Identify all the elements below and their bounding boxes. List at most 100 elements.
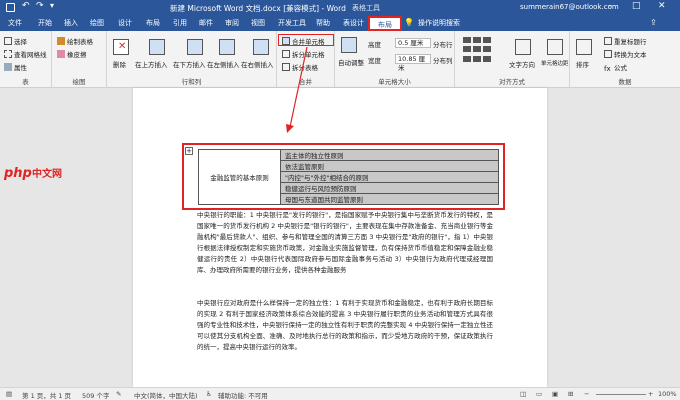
zoom-slider[interactable] — [596, 394, 646, 395]
insert-below-icon — [187, 39, 203, 55]
properties-button[interactable]: 属性 — [4, 62, 27, 72]
lightbulb-icon: 💡 — [404, 18, 414, 27]
redo-icon[interactable]: ↷ — [36, 1, 44, 11]
tab-view[interactable]: 视图 — [251, 18, 265, 28]
insert-right-button[interactable]: 在右侧插入 — [241, 59, 274, 69]
repeat-header-button[interactable]: 重复标题行 — [604, 36, 647, 46]
insert-right-icon — [253, 39, 269, 55]
web-layout-icon[interactable]: ⊞ — [568, 390, 573, 398]
minimize-icon[interactable]: – — [608, 1, 613, 11]
autofit-button[interactable]: 自动调整 — [338, 57, 364, 67]
cell-margins-icon — [547, 39, 563, 55]
insert-left-icon — [219, 39, 235, 55]
word-count[interactable]: 509 个字 — [82, 390, 109, 400]
close-icon[interactable]: ✕ — [658, 1, 666, 11]
view-gridlines-button[interactable]: 查看网格线 — [4, 49, 47, 59]
share-icon[interactable]: ⇪ — [650, 18, 657, 27]
text-direction-icon — [515, 39, 531, 55]
tab-review[interactable]: 审阅 — [225, 18, 239, 28]
select-icon — [4, 37, 12, 45]
body-paragraph-1[interactable]: 中央银行的职能：1 中央银行是"发行的银行"，是指国家赋予中央银行集中与垄断货币… — [197, 210, 493, 276]
insert-below-button[interactable]: 在下方插入 — [173, 59, 206, 69]
distribute-rows-button[interactable]: 分布行 — [433, 39, 453, 49]
cell-margins-button[interactable]: 单元格边距 — [541, 59, 569, 67]
tab-developer[interactable]: 开发工具 — [278, 18, 306, 28]
distribute-cols-button[interactable]: 分布列 — [433, 55, 453, 65]
repeat-header-icon — [604, 37, 612, 45]
svg-text:php: php — [3, 166, 32, 181]
split-table-button[interactable]: 拆分表格 — [282, 62, 318, 72]
language-status[interactable]: 中文(简体，中国大陆) — [134, 390, 198, 400]
split-cells-button[interactable]: 拆分单元格 — [282, 49, 325, 59]
cell-size-group: 自动调整 高度 0.5 厘米 宽度 10.85 厘米 分布行 分布列 单元格大小 — [335, 31, 455, 88]
tab-draw[interactable]: 绘图 — [90, 18, 104, 28]
autofit-icon — [341, 37, 357, 53]
title-bar: ↶ ↷ ▾ 新建 Microsoft Word 文档.docx [兼容模式] -… — [0, 0, 680, 16]
account-name[interactable]: summerain67@outlook.com — [520, 3, 619, 11]
page-count[interactable]: 第 1 页，共 1 页 — [22, 390, 71, 400]
eraser-button[interactable]: 橡皮擦 — [57, 49, 87, 59]
convert-text-icon — [604, 50, 612, 58]
tab-design[interactable]: 设计 — [118, 18, 132, 28]
accessibility-status[interactable]: 辅助功能: 不可用 — [218, 390, 268, 400]
insert-above-icon — [149, 39, 165, 55]
zoom-out-icon[interactable]: − — [584, 390, 589, 398]
rows-group-label: 行和列 — [181, 78, 202, 86]
tab-insert[interactable]: 插入 — [64, 18, 78, 28]
document-stats-icon[interactable]: ▤ — [6, 390, 12, 398]
pencil-icon — [57, 37, 65, 45]
tab-table-layout[interactable]: 布局 — [368, 16, 402, 31]
tab-mailings[interactable]: 邮件 — [199, 18, 213, 28]
body-paragraph-2[interactable]: 中央银行应对政府是什么样保持一定的独立性：1 有利于实现货币和金融稳定，也有利于… — [197, 298, 493, 353]
sort-button[interactable]: 排序 — [576, 59, 589, 69]
table-group-label: 表 — [22, 78, 29, 86]
split-table-icon — [282, 63, 290, 71]
tell-me-search[interactable]: 操作说明搜索 — [418, 18, 460, 28]
merge-group-label: 合并 — [299, 78, 312, 86]
accessibility-icon: ♿ — [206, 390, 212, 398]
save-icon[interactable] — [6, 3, 15, 12]
print-layout-icon[interactable]: ▣ — [552, 390, 558, 398]
sort-icon — [576, 39, 592, 55]
cell-size-group-label: 单元格大小 — [378, 78, 411, 86]
select-button[interactable]: 选择 — [4, 36, 27, 46]
tab-help[interactable]: 帮助 — [316, 18, 330, 28]
draw-table-button[interactable]: 绘制表格 — [57, 36, 93, 46]
width-field[interactable]: 10.85 厘米 — [395, 54, 431, 72]
read-mode-icon[interactable]: ▭ — [536, 390, 542, 398]
alignment-group: 文字方向 单元格边距 对齐方式 — [455, 31, 570, 88]
formula-button[interactable]: fx 公式 — [604, 62, 627, 73]
maximize-icon[interactable]: □ — [632, 1, 641, 11]
proofing-icon[interactable]: ✎ — [116, 390, 121, 398]
alignment-grid[interactable] — [463, 37, 493, 63]
tab-references[interactable]: 引用 — [173, 18, 187, 28]
window-title: 新建 Microsoft Word 文档.docx [兼容模式] - Word — [170, 4, 346, 13]
formula-icon: fx — [604, 65, 611, 73]
customize-quick-access-icon[interactable]: ▾ — [50, 1, 54, 10]
tab-table-design[interactable]: 表设计 — [343, 18, 364, 28]
text-direction-button[interactable]: 文字方向 — [509, 59, 535, 69]
table-tools-context-title: 表格工具 — [352, 4, 380, 12]
convert-to-text-button[interactable]: 转换为文本 — [604, 49, 647, 59]
ribbon: 选择 查看网格线 属性 表 绘制表格 橡皮擦 绘图 ✕ 删除 在上方插入 在下方… — [0, 31, 680, 88]
document-page[interactable]: + 金融监管的基本原则 监主体的独立性原则 依法监管原则 "内控"与"外控"相结… — [133, 88, 547, 387]
height-label: 高度 — [368, 41, 381, 49]
tab-file[interactable]: 文件 — [8, 18, 22, 28]
zoom-in-icon[interactable]: + — [648, 390, 653, 398]
eraser-icon — [57, 50, 65, 58]
draw-group-label: 绘图 — [72, 78, 86, 86]
height-field[interactable]: 0.5 厘米 — [395, 38, 431, 48]
merge-cells-highlight — [278, 34, 334, 46]
focus-icon[interactable]: ◫ — [520, 390, 526, 398]
zoom-level[interactable]: 100% — [658, 390, 677, 398]
undo-icon[interactable]: ↶ — [22, 1, 30, 11]
tab-home[interactable]: 开始 — [38, 18, 52, 28]
data-group-label: 数据 — [618, 78, 632, 86]
insert-left-button[interactable]: 在左侧插入 — [207, 59, 240, 69]
delete-button[interactable]: 删除 — [113, 59, 126, 69]
tab-layout-page[interactable]: 布局 — [146, 18, 160, 28]
ribbon-tabs: 文件 开始 插入 绘图 设计 布局 引用 邮件 审阅 视图 开发工具 帮助 表设… — [0, 16, 680, 31]
status-bar: ▤ 第 1 页，共 1 页 509 个字 ✎ 中文(简体，中国大陆) ♿ 辅助功… — [0, 387, 680, 400]
insert-above-button[interactable]: 在上方插入 — [135, 59, 168, 69]
draw-group: 绘制表格 橡皮擦 绘图 — [52, 31, 107, 88]
